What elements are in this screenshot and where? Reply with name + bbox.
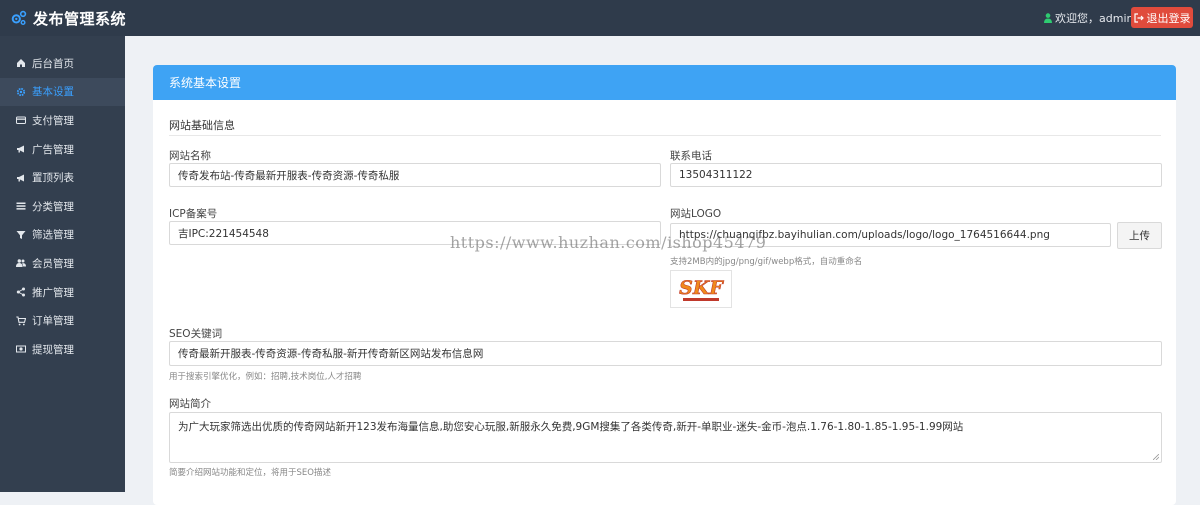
cart-icon bbox=[16, 316, 26, 326]
panel-title: 系统基本设置 bbox=[169, 76, 242, 90]
sidebar-item-label: 提现管理 bbox=[32, 343, 74, 356]
intro-textarea[interactable]: 为广大玩家筛选出优质的传奇网站新开123发布海量信息,助您安心玩服,新服永久免费… bbox=[169, 412, 1162, 463]
sign-out-icon bbox=[1133, 12, 1144, 23]
sidebar-item-filters[interactable]: 筛选管理 bbox=[0, 221, 125, 250]
gear-icon bbox=[16, 87, 26, 96]
users-icon bbox=[16, 259, 26, 268]
upload-button[interactable]: 上传 bbox=[1117, 222, 1162, 249]
list-icon bbox=[16, 202, 26, 210]
sidebar-item-payment[interactable]: 支付管理 bbox=[0, 106, 125, 135]
phone-input[interactable]: 13504311122 bbox=[670, 163, 1162, 187]
settings-panel: 系统基本设置 网站基础信息 网站名称 传奇发布站-传奇最新开服表-传奇资源-传奇… bbox=[153, 65, 1176, 505]
section-title: 网站基础信息 bbox=[169, 119, 235, 132]
sidebar-item-ads[interactable]: 广告管理 bbox=[0, 135, 125, 164]
icp-label: ICP备案号 bbox=[169, 208, 218, 220]
logo-label: 网站LOGO bbox=[670, 208, 722, 220]
app-title: 发布管理系统 bbox=[33, 9, 127, 28]
sidebar-item-home[interactable]: 后台首页 bbox=[0, 49, 125, 78]
sidebar-item-withdraw[interactable]: 提现管理 bbox=[0, 335, 125, 364]
logo-image-text: SKF bbox=[679, 277, 724, 299]
sidebar-item-top-list[interactable]: 置顶列表 bbox=[0, 163, 125, 192]
seo-keywords-label: SEO关键词 bbox=[169, 328, 223, 340]
resize-grip-icon[interactable] bbox=[1153, 454, 1159, 460]
intro-text: 为广大玩家筛选出优质的传奇网站新开123发布海量信息,助您安心玩服,新服永久免费… bbox=[178, 421, 964, 433]
logout-button[interactable]: 退出登录 bbox=[1131, 7, 1193, 28]
section-divider bbox=[169, 135, 1161, 136]
bullhorn-icon bbox=[17, 174, 24, 182]
sidebar-item-label: 订单管理 bbox=[32, 315, 74, 328]
sidebar-item-label: 推广管理 bbox=[32, 286, 74, 299]
welcome-text: 欢迎您，admin bbox=[1055, 12, 1134, 25]
gears-icon bbox=[11, 10, 27, 26]
money-icon bbox=[16, 345, 26, 353]
seo-keywords-hint: 用于搜索引擎优化，例如：招聘,技术岗位,人才招聘 bbox=[169, 372, 362, 382]
home-icon bbox=[17, 59, 25, 68]
sidebar-item-label: 基本设置 bbox=[32, 86, 74, 99]
sidebar: 后台首页 基本设置 支付管理 广告管理 置顶列表 分类管理 筛选管理 会员管理 bbox=[0, 36, 125, 492]
logo-hint: 支持2MB内的jpg/png/gif/webp格式，自动重命名 bbox=[670, 257, 863, 267]
sidebar-item-label: 分类管理 bbox=[32, 200, 74, 213]
sidebar-item-label: 后台首页 bbox=[32, 57, 74, 70]
phone-label: 联系电话 bbox=[670, 150, 712, 162]
sidebar-nav: 后台首页 基本设置 支付管理 广告管理 置顶列表 分类管理 筛选管理 会员管理 bbox=[0, 36, 125, 364]
sidebar-item-orders[interactable]: 订单管理 bbox=[0, 306, 125, 335]
logout-label: 退出登录 bbox=[1146, 11, 1191, 25]
logo-image: SKF bbox=[679, 277, 725, 301]
logo-preview: SKF bbox=[670, 270, 732, 308]
filter-icon bbox=[16, 230, 26, 239]
seo-keywords-input[interactable]: 传奇最新开服表-传奇资源-传奇私服-新开传奇新区网站发布信息网 bbox=[169, 341, 1162, 366]
sidebar-item-label: 筛选管理 bbox=[32, 229, 74, 242]
sidebar-item-categories[interactable]: 分类管理 bbox=[0, 192, 125, 221]
site-name-label: 网站名称 bbox=[169, 150, 211, 162]
sidebar-item-label: 会员管理 bbox=[32, 257, 74, 270]
top-bar: 发布管理系统 欢迎您，admin 退出登录 bbox=[0, 0, 1200, 36]
site-name-input[interactable]: 传奇发布站-传奇最新开服表-传奇资源-传奇私服 bbox=[169, 163, 661, 187]
user-icon bbox=[1044, 13, 1052, 23]
sidebar-item-label: 置顶列表 bbox=[32, 172, 74, 185]
sidebar-item-label: 广告管理 bbox=[32, 143, 74, 156]
sidebar-item-basic-settings[interactable]: 基本设置 bbox=[0, 77, 125, 107]
sidebar-item-promotion[interactable]: 推广管理 bbox=[0, 278, 125, 307]
watermark: https://www.huzhan.com/ishop45479 bbox=[450, 233, 767, 252]
bullhorn-icon bbox=[17, 145, 24, 153]
sidebar-item-members[interactable]: 会员管理 bbox=[0, 249, 125, 278]
share-icon bbox=[16, 287, 25, 297]
intro-hint: 简要介绍网站功能和定位，将用于SEO描述 bbox=[169, 468, 331, 478]
panel-header: 系统基本设置 bbox=[153, 65, 1176, 100]
welcome-text-wrap: 欢迎您，admin bbox=[1044, 0, 1133, 36]
sidebar-item-label: 支付管理 bbox=[32, 114, 74, 127]
credit-card-icon bbox=[16, 116, 26, 125]
brand: 发布管理系统 bbox=[10, 0, 126, 36]
intro-label: 网站简介 bbox=[169, 398, 211, 410]
